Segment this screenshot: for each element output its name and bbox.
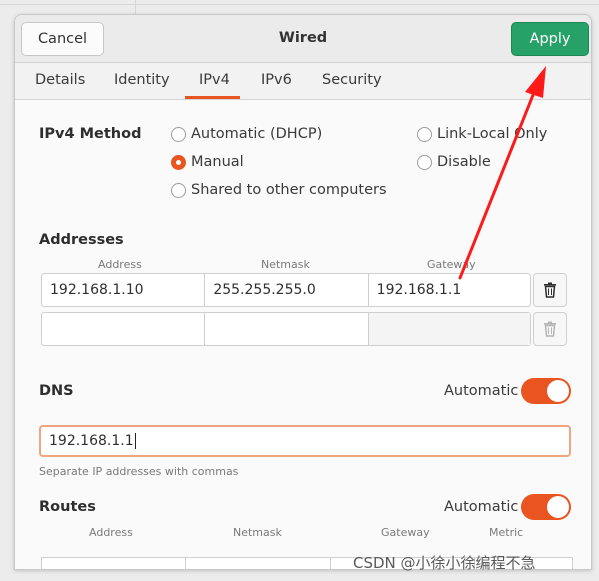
routes-label: Routes [39, 499, 96, 515]
address-field[interactable]: 192.168.1.10 [42, 274, 206, 306]
radio-label: Shared to other computers [191, 182, 387, 198]
wired-settings-dialog: Cancel Wired Apply Details Identity IPv4… [14, 14, 592, 570]
dns-input[interactable]: 192.168.1.1 [39, 425, 571, 457]
background-window-edge [135, 0, 136, 14]
column-header-netmask: Netmask [261, 258, 310, 271]
radio-disable[interactable]: Disable [417, 154, 491, 170]
routes-column-header-metric: Metric [489, 526, 524, 539]
header-bar: Cancel Wired Apply [15, 15, 591, 63]
radio-circle [417, 154, 432, 170]
route-address-field[interactable] [42, 558, 187, 569]
netmask-field[interactable] [205, 313, 369, 345]
watermark-text: CSDN @小徐小徐编程不急 [353, 554, 536, 572]
addresses-label: Addresses [39, 232, 124, 248]
radio-label: Manual [191, 154, 244, 170]
dns-automatic-toggle[interactable] [521, 378, 571, 404]
gateway-field[interactable]: 192.168.1.1 [369, 274, 530, 306]
dns-hint: Separate IP addresses with commas [39, 465, 239, 478]
address-row: 192.168.1.10 255.255.255.0 192.168.1.1 [41, 273, 531, 307]
tab-bar: Details Identity IPv4 IPv6 Security [15, 63, 591, 100]
column-header-address: Address [98, 258, 142, 271]
netmask-field[interactable]: 255.255.255.0 [205, 274, 369, 306]
tab-ipv4[interactable]: IPv4 [199, 72, 230, 88]
route-netmask-field[interactable] [186, 558, 331, 569]
radio-manual[interactable]: Manual [171, 154, 244, 170]
text-caret [134, 433, 136, 449]
address-field[interactable] [42, 313, 206, 345]
radio-circle [171, 126, 186, 142]
tab-details[interactable]: Details [35, 72, 85, 88]
radio-circle-checked [171, 154, 186, 170]
routes-automatic-label: Automatic [444, 499, 519, 515]
radio-automatic-dhcp[interactable]: Automatic (DHCP) [171, 126, 322, 142]
delete-address-button[interactable] [533, 273, 567, 307]
routes-column-header-netmask: Netmask [233, 526, 282, 539]
address-row-empty [41, 312, 531, 346]
radio-label: Link-Local Only [437, 126, 548, 142]
dns-input-value: 192.168.1.1 [49, 433, 134, 449]
radio-shared-to-other-computers[interactable]: Shared to other computers [171, 182, 387, 198]
active-tab-indicator [185, 96, 240, 99]
dns-automatic-label: Automatic [444, 383, 519, 399]
radio-label: Disable [437, 154, 491, 170]
dialog-title: Wired [278, 30, 328, 46]
trash-icon [544, 321, 556, 337]
ipv4-settings-panel: IPv4 Method Automatic (DHCP) Link-Local … [15, 101, 591, 569]
column-header-gateway: Gateway [427, 258, 476, 271]
tab-ipv6[interactable]: IPv6 [261, 72, 292, 88]
routes-column-header-gateway: Gateway [381, 526, 430, 539]
ipv4-method-label: IPv4 Method [39, 126, 142, 142]
radio-label: Automatic (DHCP) [191, 126, 323, 142]
apply-button[interactable]: Apply [511, 22, 589, 56]
routes-column-header-address: Address [89, 526, 133, 539]
dns-label: DNS [39, 383, 74, 399]
radio-link-local-only[interactable]: Link-Local Only [417, 126, 547, 142]
routes-automatic-toggle[interactable] [521, 494, 571, 520]
radio-circle [417, 126, 432, 142]
tab-security[interactable]: Security [322, 72, 382, 88]
tab-identity[interactable]: Identity [114, 72, 170, 88]
gateway-field[interactable] [368, 313, 530, 345]
delete-address-button-disabled [533, 312, 567, 346]
background-window-edge [0, 4, 599, 5]
radio-circle [171, 182, 186, 198]
trash-icon [544, 282, 556, 298]
